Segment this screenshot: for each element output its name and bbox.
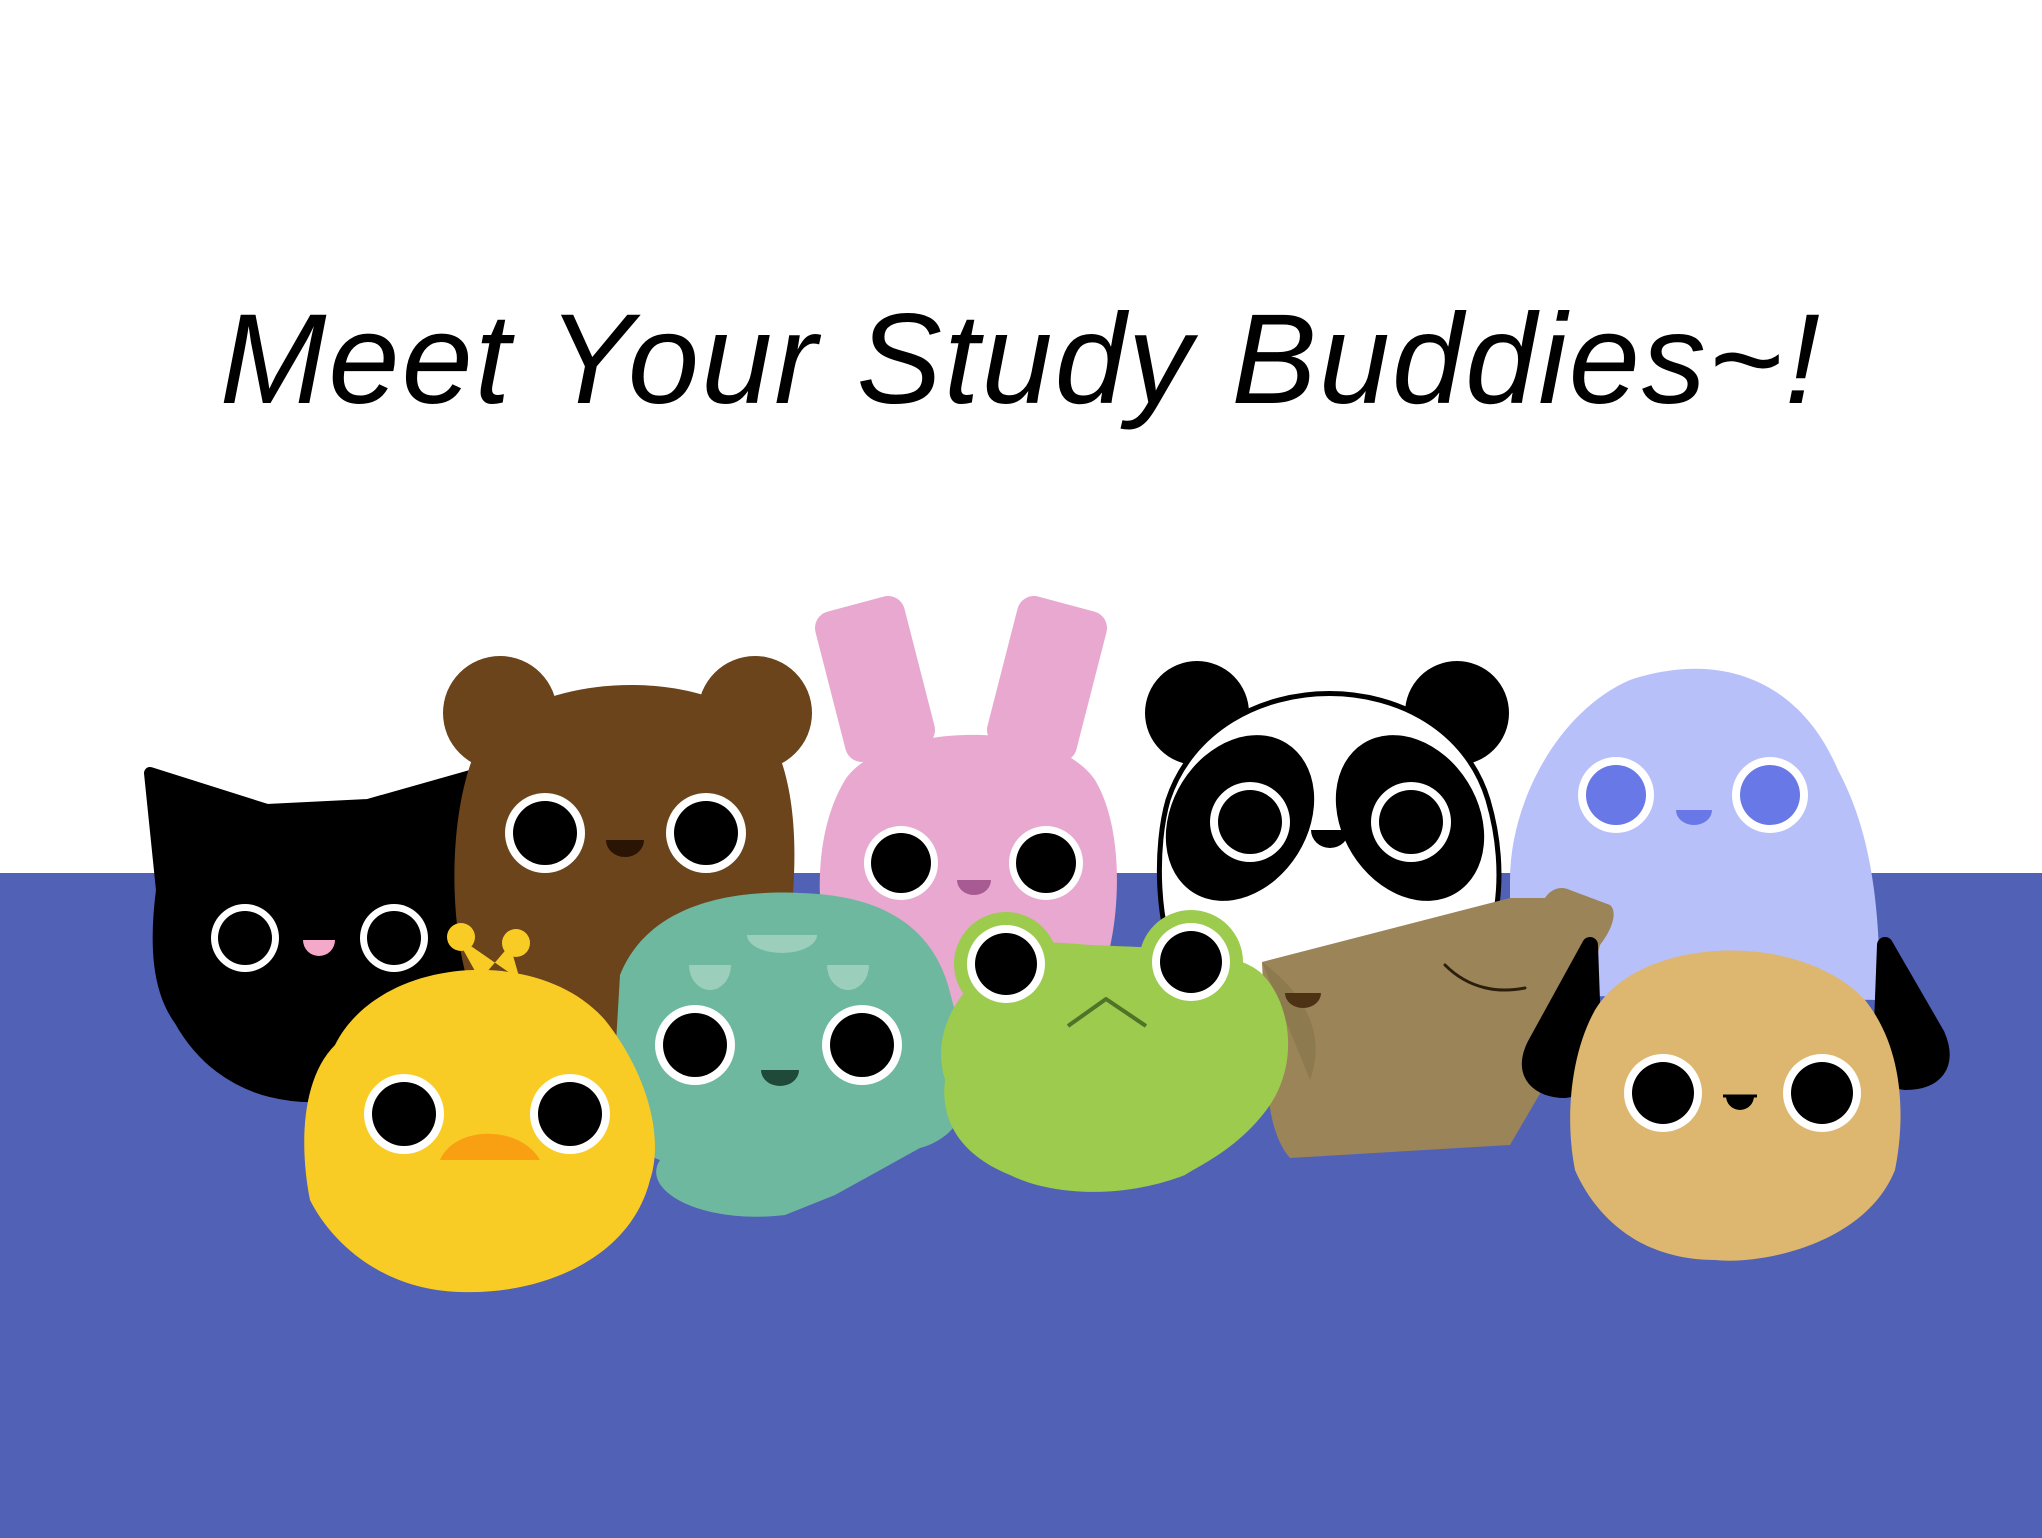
- bear-eye-left: [505, 793, 585, 873]
- frog-eye-left: [967, 925, 1045, 1003]
- cat-eye-right: [360, 904, 428, 972]
- bunny-ear-left: [815, 596, 935, 762]
- puppy-eye-right: [1783, 1054, 1861, 1132]
- puppy-eye-left: [1624, 1054, 1702, 1132]
- ghost-eye-right: [1732, 757, 1808, 833]
- frog-eye-right: [1152, 923, 1230, 1001]
- study-buddies-scene: Meet Your Study Buddies~!: [0, 0, 2042, 1538]
- bear-eye-right: [666, 793, 746, 873]
- panda-eye-right: [1371, 782, 1451, 862]
- frog-buddy: [941, 910, 1289, 1192]
- turtle-eye-right: [822, 1005, 902, 1085]
- bunny-ear-right: [987, 596, 1107, 762]
- bunny-eye-left: [864, 826, 938, 900]
- buddies-illustration: [144, 596, 1950, 1293]
- cat-eye-left: [211, 904, 279, 972]
- panda-eye-left: [1210, 782, 1290, 862]
- chick-eye-right: [530, 1074, 610, 1154]
- bunny-eye-right: [1009, 826, 1083, 900]
- puppy-buddy: [1521, 937, 1950, 1261]
- turtle-eye-left: [655, 1005, 735, 1085]
- chick-eye-left: [364, 1074, 444, 1154]
- turtle-buddy: [615, 892, 970, 1217]
- ghost-eye-left: [1578, 757, 1654, 833]
